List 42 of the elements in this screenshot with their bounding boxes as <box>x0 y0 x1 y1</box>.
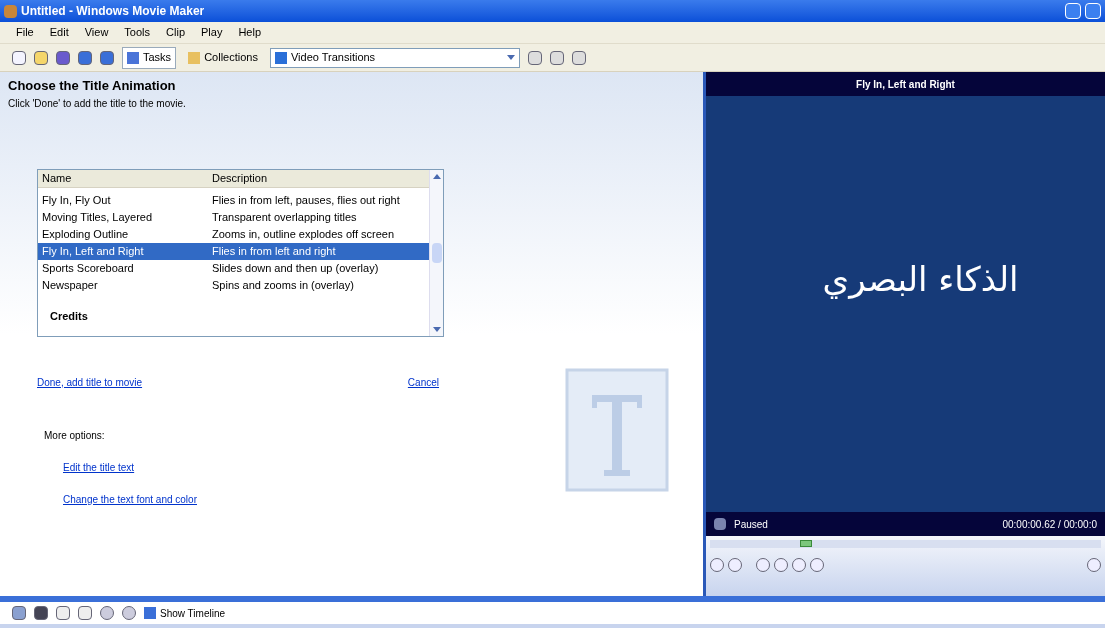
list-row[interactable]: Fly In, Left and Right Flies in from left and right <box>38 242 429 260</box>
collections-button[interactable]: Collections <box>184 46 262 69</box>
preview-text: الذكاء البصري <box>821 257 1019 301</box>
menu-item[interactable]: Help <box>238 24 262 41</box>
menu-item[interactable]: Play <box>201 24 223 41</box>
list-row[interactable]: Sports Scoreboard Slides down and then up (overlay) <box>38 259 429 277</box>
list-row[interactable]: Fly In, Fly Out Flies in from left, pauses, flies out right <box>38 191 429 209</box>
menu-item[interactable]: File <box>16 24 34 41</box>
task-heading: Choose the Title Animation <box>7 77 177 95</box>
scroll-up-icon[interactable] <box>432 173 441 179</box>
list-row[interactable]: Exploding Outline Zooms in, outline explodes off screen <box>38 225 429 243</box>
menu-item[interactable]: Clip <box>166 24 185 41</box>
tasks-button[interactable]: Tasks <box>122 46 177 69</box>
menu-item[interactable]: Tools <box>124 24 151 41</box>
time-display: 00:00:00.62 / 00:00:0 <box>1002 517 1097 532</box>
list-row[interactable]: Newspaper Spins and zooms in (overlay) <box>38 276 429 294</box>
column-header[interactable]: Name <box>38 169 208 187</box>
maximize-button[interactable] <box>1085 3 1101 19</box>
column-header[interactable]: Description <box>208 169 429 187</box>
scroll-thumb[interactable] <box>431 242 442 263</box>
window-title: Untitled - Windows Movie Maker <box>21 3 205 20</box>
minimize-button[interactable] <box>1065 3 1081 19</box>
menu-item[interactable]: Edit <box>49 24 69 41</box>
cancel-link[interactable]: Cancel <box>407 374 439 390</box>
seek-thumb[interactable] <box>799 540 812 547</box>
seek-track[interactable] <box>710 540 1101 548</box>
menu-item[interactable]: View <box>84 24 109 41</box>
list-row[interactable]: Moving Titles, Layered Transparent overlapping titles <box>38 208 429 226</box>
done-link[interactable]: Done, add title to movie <box>37 374 143 390</box>
instruction-text: Click 'Done' to add the title to the movie. <box>7 96 187 111</box>
view-dropdown[interactable]: Video Transitions <box>269 47 520 68</box>
scrollbar[interactable] <box>429 169 443 336</box>
player-status: Paused <box>734 517 769 532</box>
scroll-down-icon[interactable] <box>432 326 441 332</box>
show-timeline-button[interactable]: Show Timeline <box>144 605 226 621</box>
preview-title: Fly In, Left and Right <box>706 72 1105 96</box>
group-heading: Credits <box>49 308 89 324</box>
app-icon <box>4 4 17 18</box>
option-link[interactable]: Edit the title text <box>63 459 197 475</box>
option-link[interactable]: Change the text font and color <box>63 491 197 507</box>
more-options-label: More options: <box>44 428 106 443</box>
dropdown-arrow-icon <box>506 55 515 60</box>
